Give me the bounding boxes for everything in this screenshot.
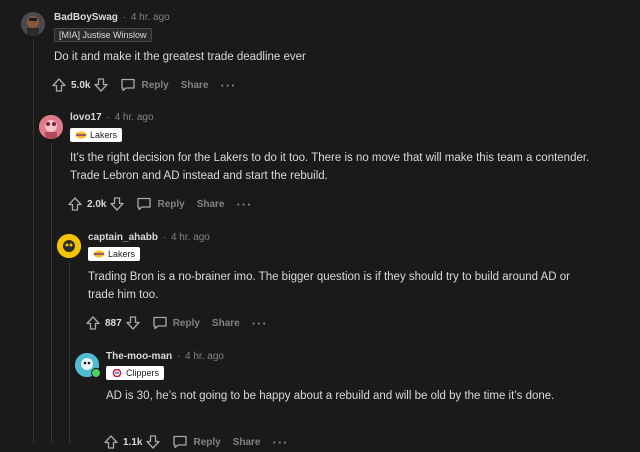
username[interactable]: The-moo-man xyxy=(106,351,172,362)
lakers-logo-icon xyxy=(75,131,87,139)
username[interactable]: captain_ahabb xyxy=(88,232,158,243)
separator: · xyxy=(162,232,167,243)
downvote-icon[interactable] xyxy=(94,78,109,92)
comment-body: It’s the right decision for the Lakers t… xyxy=(70,152,590,182)
timestamp[interactable]: 4 hr. ago xyxy=(185,351,224,362)
comment-body: AD is 30, he’s not going to be happy abo… xyxy=(106,390,555,402)
timestamp[interactable]: 4 hr. ago xyxy=(171,232,210,243)
timestamp[interactable]: 4 hr. ago xyxy=(131,12,170,23)
thread-line[interactable] xyxy=(69,262,70,443)
upvote-icon[interactable] xyxy=(104,435,118,449)
comment-body: Do it and make it the greatest trade dea… xyxy=(54,51,306,63)
reply-button[interactable]: Reply xyxy=(136,197,185,211)
upvote-icon[interactable] xyxy=(68,197,82,211)
more-options-icon[interactable]: ··· xyxy=(221,78,237,93)
clippers-logo-icon xyxy=(112,369,122,377)
vote-count: 887 xyxy=(105,317,122,329)
online-status-icon xyxy=(91,368,101,378)
reply-button[interactable]: Reply xyxy=(120,78,169,92)
comment-icon xyxy=(153,316,167,330)
upvote-icon[interactable] xyxy=(52,78,66,92)
more-options-icon[interactable]: ··· xyxy=(237,197,253,212)
comment-icon xyxy=(173,435,188,449)
vote-count: 2.0k xyxy=(87,198,107,210)
reply-button[interactable]: Reply xyxy=(152,316,200,330)
comment-author[interactable]: captain_ahabb · 4 hr. ago xyxy=(88,232,210,243)
comment-actions: 1.1k Reply Share ··· xyxy=(104,432,289,452)
comment-icon xyxy=(121,78,136,92)
user-flair: [MIA] Justise Winslow xyxy=(54,28,152,42)
reply-button[interactable]: Reply xyxy=(172,435,221,449)
username[interactable]: BadBoySwag xyxy=(54,12,118,23)
more-options-icon[interactable]: ··· xyxy=(273,435,289,450)
comment-actions: 887 Reply Share ··· xyxy=(86,313,268,333)
avatar[interactable] xyxy=(21,12,45,36)
comment-author[interactable]: BadBoySwag · 4 hr. ago xyxy=(54,12,170,23)
separator: · xyxy=(106,112,110,123)
share-button[interactable]: Share xyxy=(181,80,209,91)
share-button[interactable]: Share xyxy=(233,437,261,448)
downvote-icon[interactable] xyxy=(110,197,125,211)
share-button[interactable]: Share xyxy=(197,199,225,210)
user-flair: Lakers xyxy=(88,247,141,261)
share-button[interactable]: Share xyxy=(212,318,240,329)
avatar[interactable] xyxy=(57,234,81,258)
separator: · xyxy=(176,351,181,362)
upvote-icon[interactable] xyxy=(86,316,100,330)
comment-body: Trading Bron is a no-brainer imo. The bi… xyxy=(88,271,570,301)
user-flair: Lakers xyxy=(70,128,123,142)
downvote-icon[interactable] xyxy=(146,435,161,449)
timestamp[interactable]: 4 hr. ago xyxy=(115,112,154,123)
avatar[interactable] xyxy=(39,115,63,139)
vote-count: 1.1k xyxy=(123,436,143,448)
downvote-icon[interactable] xyxy=(126,316,140,330)
comment-author[interactable]: The-moo-man · 4 hr. ago xyxy=(106,351,224,362)
comment-actions: 2.0k Reply Share ··· xyxy=(68,194,253,214)
user-flair: Clippers xyxy=(106,366,165,380)
username[interactable]: lovo17 xyxy=(70,112,102,123)
separator: · xyxy=(122,12,127,23)
more-options-icon[interactable]: ··· xyxy=(252,316,268,331)
lakers-logo-icon xyxy=(93,250,105,258)
thread-line[interactable] xyxy=(33,40,34,443)
comment-actions: 5.0k Reply Share ··· xyxy=(52,75,237,95)
comment-author[interactable]: lovo17 · 4 hr. ago xyxy=(70,112,154,123)
vote-count: 5.0k xyxy=(71,79,91,91)
comment-icon xyxy=(137,197,152,211)
thread-line[interactable] xyxy=(51,143,52,443)
